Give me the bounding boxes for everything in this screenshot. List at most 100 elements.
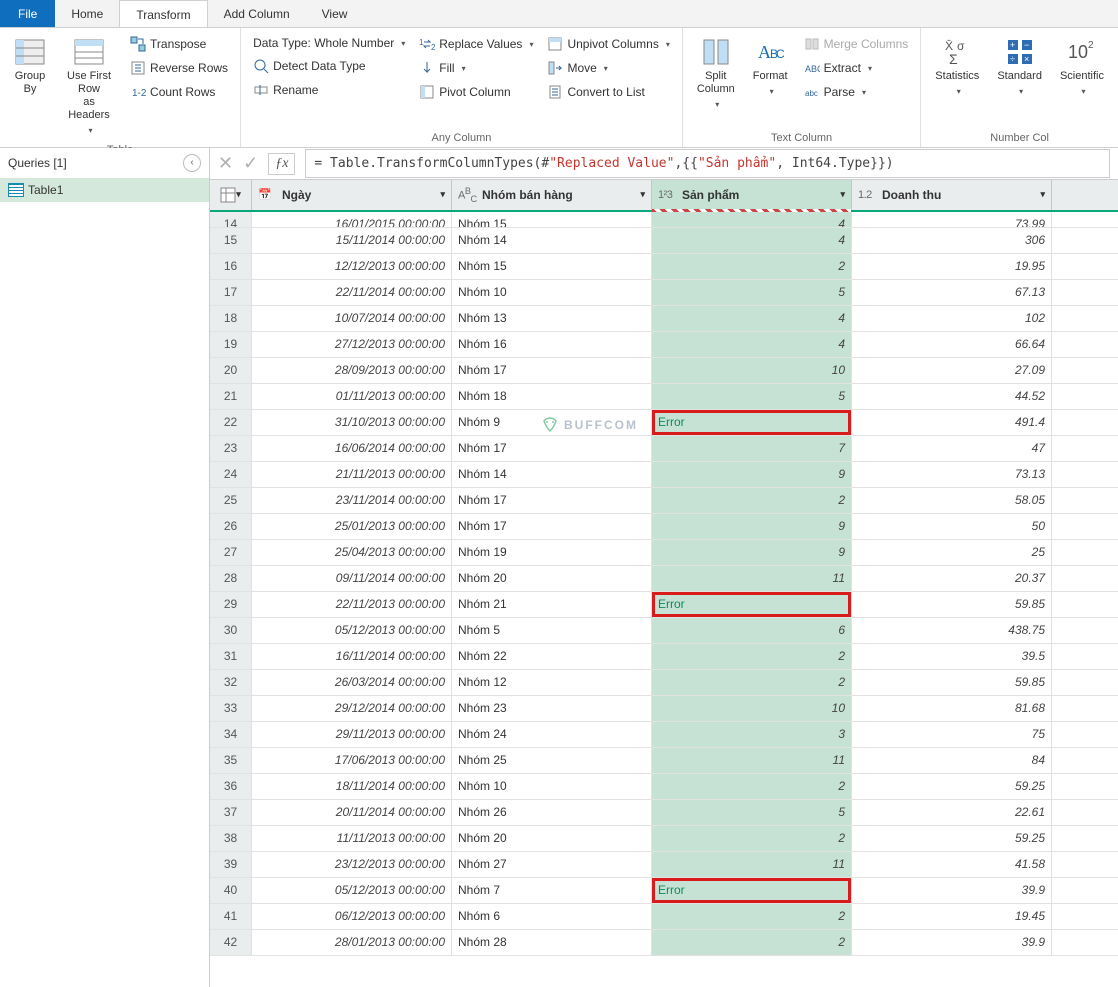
- cell-nhom[interactable]: Nhóm 12: [452, 670, 652, 695]
- cell-doanhthu[interactable]: 20.37: [852, 566, 1052, 591]
- table-row[interactable]: 3005/12/2013 00:00:00Nhóm 56438.75: [210, 618, 1118, 644]
- cell-doanhthu[interactable]: 39.9: [852, 878, 1052, 903]
- cell-ngay[interactable]: 05/12/2013 00:00:00: [252, 618, 452, 643]
- tab-transform[interactable]: Transform: [119, 0, 207, 27]
- table-row[interactable]: 2922/11/2013 00:00:00Nhóm 21Error59.85: [210, 592, 1118, 618]
- cell-sanpham[interactable]: Error: [652, 592, 852, 617]
- row-number[interactable]: 42: [210, 930, 252, 955]
- split-column-button[interactable]: Split Column: [691, 32, 741, 129]
- cell-ngay[interactable]: 28/01/2013 00:00:00: [252, 930, 452, 955]
- table-row[interactable]: 2625/01/2013 00:00:00Nhóm 17950: [210, 514, 1118, 540]
- cell-nhom[interactable]: Nhóm 15: [452, 254, 652, 279]
- row-number[interactable]: 14: [210, 212, 252, 227]
- cell-nhom[interactable]: Nhóm 6: [452, 904, 652, 929]
- cell-doanhthu[interactable]: 491.4: [852, 410, 1052, 435]
- cell-doanhthu[interactable]: 39.5: [852, 644, 1052, 669]
- cell-doanhthu[interactable]: 73.99: [852, 212, 1052, 227]
- cell-nhom[interactable]: Nhóm 22: [452, 644, 652, 669]
- cell-ngay[interactable]: 22/11/2013 00:00:00: [252, 592, 452, 617]
- cell-doanhthu[interactable]: 84: [852, 748, 1052, 773]
- row-number[interactable]: 34: [210, 722, 252, 747]
- cell-nhom[interactable]: Nhóm 17: [452, 514, 652, 539]
- cell-ngay[interactable]: 06/12/2013 00:00:00: [252, 904, 452, 929]
- table-row[interactable]: 2316/06/2014 00:00:00Nhóm 17747: [210, 436, 1118, 462]
- table-row[interactable]: 2421/11/2013 00:00:00Nhóm 14973.13: [210, 462, 1118, 488]
- cell-doanhthu[interactable]: 39.9: [852, 930, 1052, 955]
- cell-sanpham[interactable]: 5: [652, 280, 852, 305]
- cell-sanpham[interactable]: 2: [652, 774, 852, 799]
- cell-sanpham[interactable]: 9: [652, 540, 852, 565]
- cell-sanpham[interactable]: 10: [652, 696, 852, 721]
- tab-home[interactable]: Home: [55, 0, 119, 27]
- table-row[interactable]: 2725/04/2013 00:00:00Nhóm 19925: [210, 540, 1118, 566]
- cell-sanpham[interactable]: 2: [652, 826, 852, 851]
- cell-nhom[interactable]: Nhóm 16: [452, 332, 652, 357]
- cell-nhom[interactable]: Nhóm 14: [452, 228, 652, 253]
- fill-button[interactable]: Fill: [415, 58, 537, 78]
- row-number[interactable]: 24: [210, 462, 252, 487]
- cell-ngay[interactable]: 16/11/2014 00:00:00: [252, 644, 452, 669]
- cell-ngay[interactable]: 10/07/2014 00:00:00: [252, 306, 452, 331]
- row-number[interactable]: 25: [210, 488, 252, 513]
- table-row[interactable]: 1612/12/2013 00:00:00Nhóm 15219.95: [210, 254, 1118, 280]
- table-row[interactable]: 2809/11/2014 00:00:00Nhóm 201120.37: [210, 566, 1118, 592]
- cell-doanhthu[interactable]: 47: [852, 436, 1052, 461]
- row-number[interactable]: 31: [210, 644, 252, 669]
- table-row[interactable]: 3329/12/2014 00:00:00Nhóm 231081.68: [210, 696, 1118, 722]
- table-row[interactable]: 1416/01/2015 00:00:00Nhóm 15473.99: [210, 212, 1118, 228]
- row-number[interactable]: 27: [210, 540, 252, 565]
- table-row[interactable]: 1810/07/2014 00:00:00Nhóm 134102: [210, 306, 1118, 332]
- cell-nhom[interactable]: Nhóm 15: [452, 212, 652, 227]
- col-header-nhom[interactable]: ABCNhóm bán hàng▾: [452, 180, 652, 210]
- table-row[interactable]: 2028/09/2013 00:00:00Nhóm 171027.09: [210, 358, 1118, 384]
- rowheader-corner[interactable]: ▾: [210, 180, 252, 210]
- cell-doanhthu[interactable]: 59.85: [852, 670, 1052, 695]
- cell-nhom[interactable]: Nhóm 7: [452, 878, 652, 903]
- row-number[interactable]: 39: [210, 852, 252, 877]
- cell-nhom[interactable]: Nhóm 14: [452, 462, 652, 487]
- row-number[interactable]: 28: [210, 566, 252, 591]
- col-header-sanpham[interactable]: 1²3Sản phẩm▾: [652, 180, 852, 210]
- cell-sanpham[interactable]: 2: [652, 904, 852, 929]
- reverse-rows-button[interactable]: Reverse Rows: [126, 58, 232, 78]
- cell-sanpham[interactable]: 2: [652, 644, 852, 669]
- rename-button[interactable]: Rename: [249, 80, 409, 100]
- cell-ngay[interactable]: 11/11/2013 00:00:00: [252, 826, 452, 851]
- cell-doanhthu[interactable]: 306: [852, 228, 1052, 253]
- transpose-button[interactable]: Transpose: [126, 34, 232, 54]
- cell-ngay[interactable]: 22/11/2014 00:00:00: [252, 280, 452, 305]
- cell-doanhthu[interactable]: 19.95: [852, 254, 1052, 279]
- cell-nhom[interactable]: Nhóm 10: [452, 774, 652, 799]
- cell-doanhthu[interactable]: 81.68: [852, 696, 1052, 721]
- table-row[interactable]: 1515/11/2014 00:00:00Nhóm 144306: [210, 228, 1118, 254]
- cell-doanhthu[interactable]: 19.45: [852, 904, 1052, 929]
- move-button[interactable]: Move: [543, 58, 673, 78]
- cell-sanpham[interactable]: 5: [652, 800, 852, 825]
- query-item[interactable]: Table1: [0, 178, 209, 202]
- cell-doanhthu[interactable]: 66.64: [852, 332, 1052, 357]
- cell-doanhthu[interactable]: 67.13: [852, 280, 1052, 305]
- row-number[interactable]: 17: [210, 280, 252, 305]
- collapse-queries-icon[interactable]: ‹: [183, 154, 201, 172]
- cell-nhom[interactable]: Nhóm 28: [452, 930, 652, 955]
- cell-nhom[interactable]: Nhóm 17: [452, 488, 652, 513]
- cell-nhom[interactable]: Nhóm 13: [452, 306, 652, 331]
- cell-sanpham[interactable]: 9: [652, 462, 852, 487]
- cell-sanpham[interactable]: 11: [652, 852, 852, 877]
- cell-sanpham[interactable]: 2: [652, 254, 852, 279]
- table-row[interactable]: 3811/11/2013 00:00:00Nhóm 20259.25: [210, 826, 1118, 852]
- cell-sanpham[interactable]: 7: [652, 436, 852, 461]
- format-button[interactable]: ABCFormat: [747, 32, 794, 129]
- cell-ngay[interactable]: 23/11/2014 00:00:00: [252, 488, 452, 513]
- cell-nhom[interactable]: Nhóm 24: [452, 722, 652, 747]
- standard-button[interactable]: +−÷×Standard: [991, 32, 1048, 129]
- cell-sanpham[interactable]: 4: [652, 332, 852, 357]
- cancel-icon[interactable]: ✕: [218, 153, 233, 174]
- col-header-ngay[interactable]: 📅Ngày▾: [252, 180, 452, 210]
- cell-ngay[interactable]: 16/06/2014 00:00:00: [252, 436, 452, 461]
- cell-nhom[interactable]: Nhóm 27: [452, 852, 652, 877]
- row-number[interactable]: 23: [210, 436, 252, 461]
- cell-nhom[interactable]: Nhóm 20: [452, 566, 652, 591]
- cell-ngay[interactable]: 17/06/2013 00:00:00: [252, 748, 452, 773]
- table-row[interactable]: 3517/06/2013 00:00:00Nhóm 251184: [210, 748, 1118, 774]
